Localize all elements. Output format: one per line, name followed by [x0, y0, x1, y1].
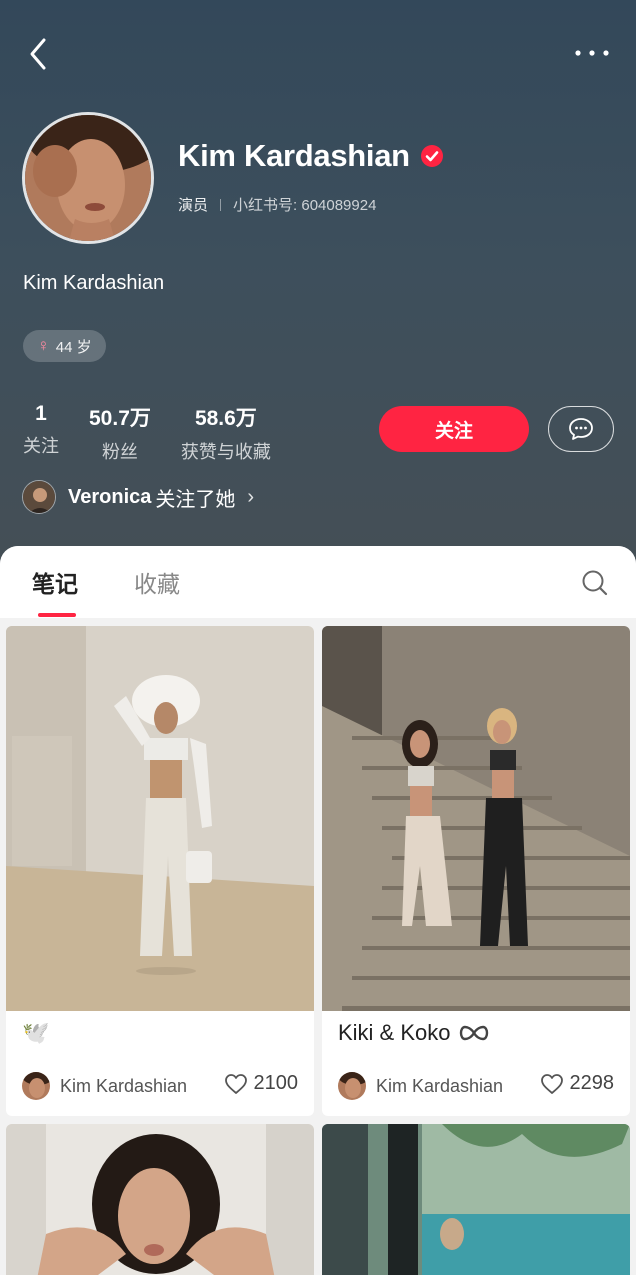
search-icon — [582, 570, 608, 596]
infinity-icon — [459, 1025, 488, 1041]
search-button[interactable] — [580, 568, 610, 598]
profile-bio: Kim Kardashian — [23, 272, 165, 294]
age-text: 44 岁 — [55, 338, 92, 356]
age-badge: ♀ 44 岁 — [23, 330, 106, 362]
more-dots-icon — [575, 50, 609, 56]
note-author[interactable]: Kim Kardashian — [338, 1072, 503, 1100]
heart-icon — [540, 1073, 563, 1094]
author-name: Kim Kardashian — [376, 1075, 504, 1096]
chevron-left-icon — [30, 38, 46, 70]
author-avatar — [338, 1072, 366, 1100]
avatar-portrait — [25, 115, 151, 241]
author-name: Kim Kardashian — [60, 1075, 188, 1096]
note-title-text: Kiki & Koko — [338, 1020, 451, 1045]
profile-name-text: Kim Kardashian — [178, 138, 410, 173]
stat-following[interactable]: 1 关注 — [23, 402, 59, 464]
stat-label: 获赞与收藏 — [180, 442, 271, 462]
profile-stats: 1 关注 50.7万 粉丝 58.6万 获赞与收藏 — [23, 402, 301, 464]
verified-badge-icon — [420, 145, 443, 167]
note-cover-image — [6, 1124, 314, 1275]
chat-bubble-icon — [569, 418, 593, 440]
notes-panel: 笔记 收藏 🕊️ Kim Kardashian 2100 Kiki & Koko… — [0, 546, 636, 1275]
tab-bar: 笔记 收藏 — [0, 546, 636, 618]
profile-meta: 演员 小红书号: 604089924 — [178, 194, 376, 215]
like-button[interactable]: 2100 — [224, 1072, 299, 1095]
more-options-button[interactable] — [572, 38, 612, 68]
author-avatar — [22, 1072, 50, 1100]
message-button[interactable] — [548, 406, 614, 452]
stat-label: 粉丝 — [101, 442, 138, 462]
note-cover-image — [322, 1124, 630, 1275]
tab-notes[interactable]: 笔记 — [32, 565, 78, 617]
mutual-avatar — [22, 480, 56, 514]
note-cover-image — [322, 626, 630, 1011]
follow-button[interactable]: 关注 — [379, 406, 529, 452]
mutual-follow-row[interactable]: Veronica 关注了她 › — [22, 480, 254, 514]
profile-id[interactable]: 小红书号: 604089924 — [233, 194, 376, 215]
profile-role: 演员 — [178, 197, 209, 214]
note-card[interactable] — [322, 1124, 630, 1275]
note-title: 🕊️ — [22, 1020, 50, 1045]
like-button[interactable]: 2298 — [540, 1072, 615, 1095]
stat-number: 50.7万 — [89, 407, 151, 430]
back-button[interactable] — [24, 34, 54, 74]
note-author[interactable]: Kim Kardashian — [22, 1072, 187, 1100]
note-card[interactable]: 🕊️ Kim Kardashian 2100 — [6, 626, 314, 1116]
stat-number: 1 — [35, 402, 47, 425]
mutual-name: Veronica — [68, 485, 152, 508]
meta-divider — [220, 198, 222, 211]
stat-label: 关注 — [23, 436, 59, 456]
like-count: 2298 — [569, 1072, 615, 1094]
note-cover-image — [6, 626, 314, 1011]
mutual-text: 关注了她 — [155, 488, 236, 511]
heart-icon — [224, 1073, 247, 1094]
note-card[interactable] — [6, 1124, 314, 1275]
like-count: 2100 — [253, 1072, 299, 1094]
tab-collections[interactable]: 收藏 — [134, 565, 180, 599]
chevron-right-icon: › — [247, 485, 255, 508]
stat-followers[interactable]: 50.7万 粉丝 — [89, 402, 151, 464]
female-icon: ♀ — [37, 336, 50, 355]
profile-name: Kim Kardashian — [178, 138, 444, 174]
profile-header: Kim Kardashian 演员 小红书号: 604089924 Kim Ka… — [0, 0, 636, 570]
note-title: Kiki & Koko — [338, 1020, 489, 1046]
stat-likes-collects[interactable]: 58.6万 获赞与收藏 — [181, 402, 271, 464]
note-card[interactable]: Kiki & Koko Kim Kardashian 2298 — [322, 626, 630, 1116]
profile-avatar[interactable] — [22, 112, 154, 244]
stat-number: 58.6万 — [194, 407, 257, 430]
